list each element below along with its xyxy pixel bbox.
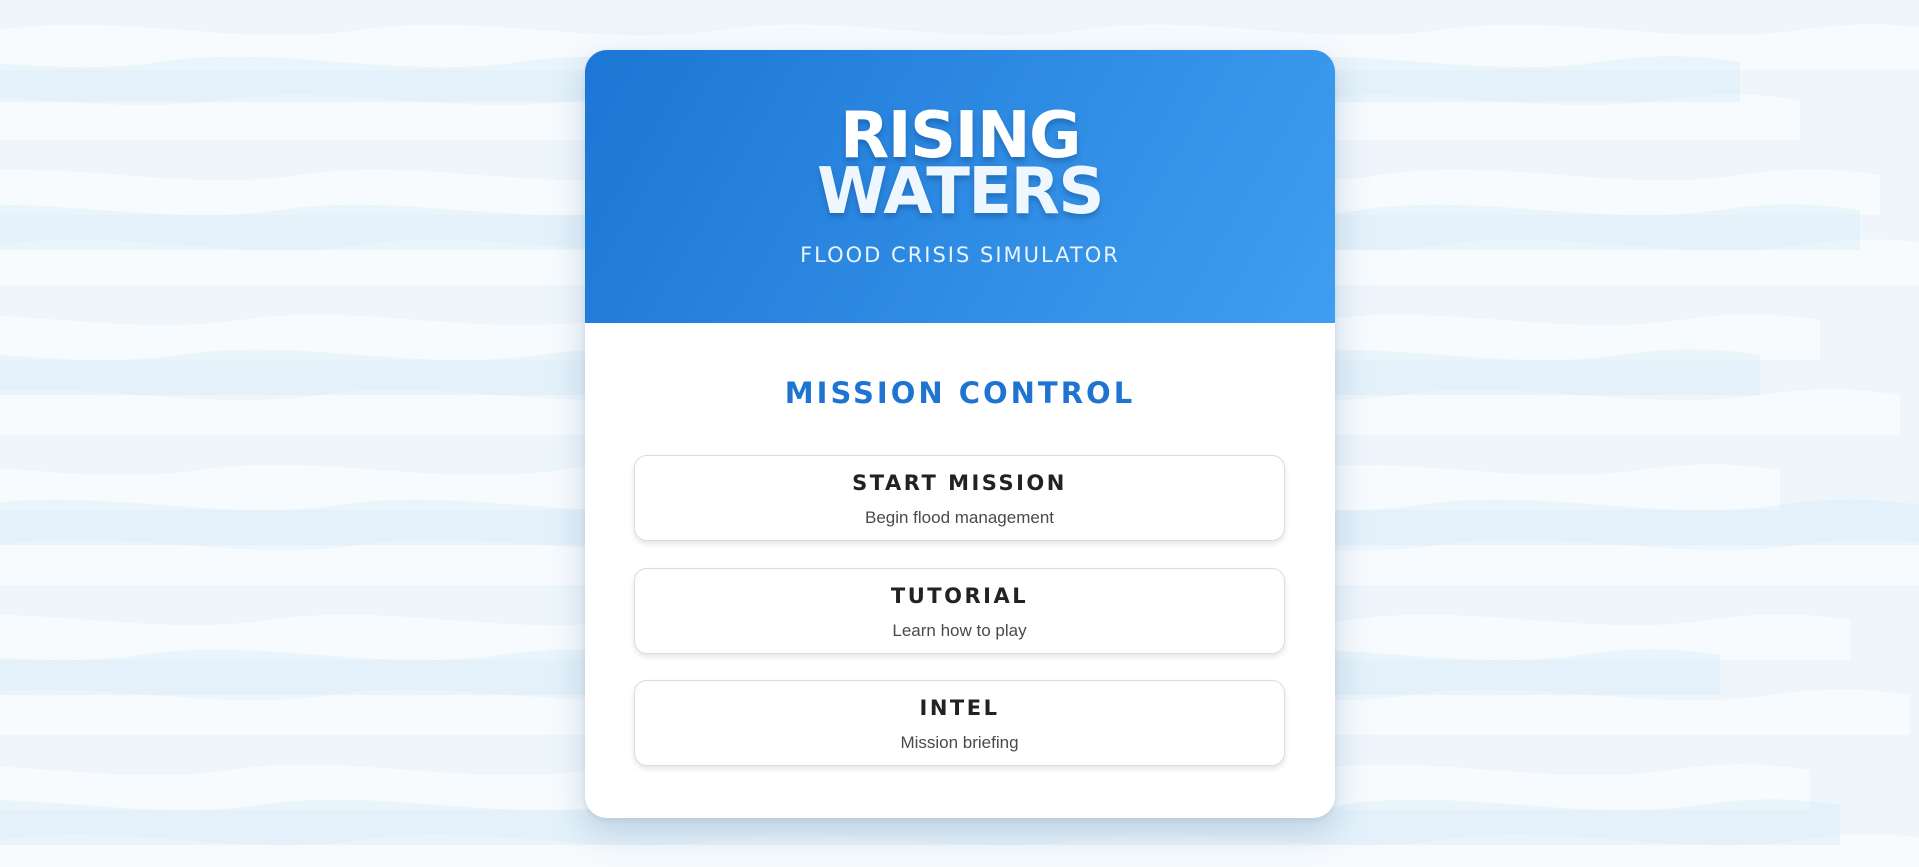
intel-label: INTEL [919, 696, 1000, 720]
game-title: RISING WATERS [585, 104, 1335, 229]
intel-description: Mission briefing [900, 733, 1019, 752]
game-title-line2: WATERS [816, 155, 1105, 229]
intel-button[interactable]: INTEL Mission briefing [634, 680, 1285, 766]
start-mission-button[interactable]: START MISSION Begin flood management [634, 455, 1285, 541]
main-menu-card: RISING WATERS FLOOD CRISIS SIMULATOR MIS… [585, 50, 1335, 818]
start-mission-label: START MISSION [852, 471, 1067, 495]
tutorial-label: TUTORIAL [890, 584, 1029, 608]
game-subtitle: FLOOD CRISIS SIMULATOR [800, 243, 1120, 267]
menu-panel: MISSION CONTROL START MISSION Begin floo… [585, 323, 1335, 818]
menu-heading: MISSION CONTROL [784, 376, 1136, 410]
title-banner: RISING WATERS FLOOD CRISIS SIMULATOR [585, 50, 1335, 323]
tutorial-button[interactable]: TUTORIAL Learn how to play [634, 568, 1285, 654]
start-mission-description: Begin flood management [864, 508, 1055, 527]
tutorial-description: Learn how to play [892, 621, 1027, 640]
